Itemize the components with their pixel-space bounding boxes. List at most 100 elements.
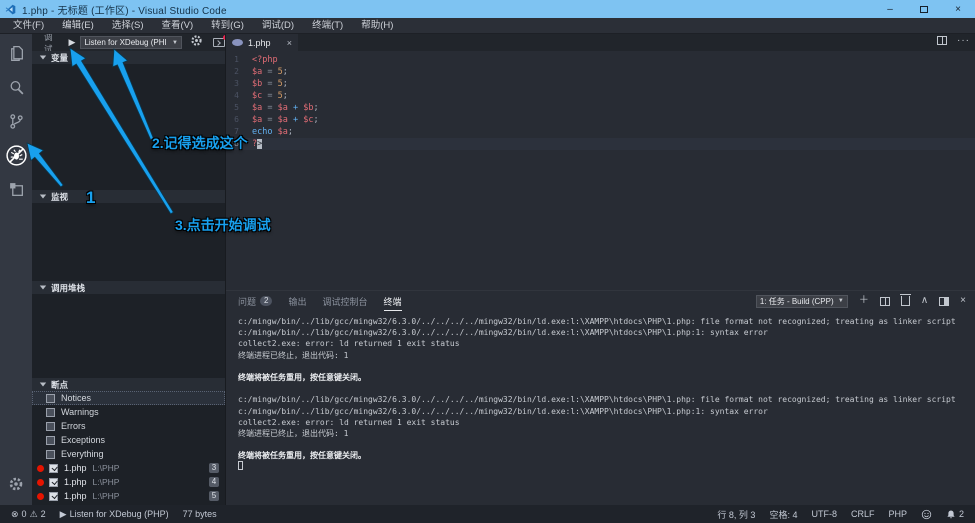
panel-tab[interactable]: 输出 xyxy=(288,291,306,311)
terminal-cursor xyxy=(238,461,243,470)
call-stack-body xyxy=(32,294,225,378)
breakpoint-filter-row[interactable]: Everything xyxy=(32,447,225,461)
checkbox-checked[interactable] xyxy=(49,464,58,473)
menu-item[interactable]: 终端(T) xyxy=(303,18,352,33)
breakpoint-filter-row[interactable]: Exceptions xyxy=(32,433,225,447)
configure-gear-icon[interactable] xyxy=(190,34,203,52)
menu-item[interactable]: 选择(S) xyxy=(103,18,153,33)
debug-target-status[interactable]: ▶ Listen for XDebug (PHP) xyxy=(53,509,176,519)
terminal-line xyxy=(238,461,970,472)
menu-item[interactable]: 文件(F) xyxy=(4,18,53,33)
settings-gear-icon[interactable] xyxy=(0,469,32,499)
breakpoint-filter-row[interactable]: Errors xyxy=(32,419,225,433)
menu-item[interactable]: 转到(G) xyxy=(202,18,253,33)
minimize-button[interactable]: – xyxy=(873,0,907,18)
editor-tab-bar: 1.php × ··· xyxy=(226,34,975,51)
code-line: 8 ?> xyxy=(226,138,975,150)
section-variables[interactable]: 变量 xyxy=(32,51,225,64)
maximize-button[interactable] xyxy=(907,0,941,18)
section-label: 断点 xyxy=(51,379,68,391)
tab-close-icon[interactable]: × xyxy=(287,38,292,48)
eol-status[interactable]: CRLF xyxy=(844,509,882,519)
error-icon: ⊗ xyxy=(11,510,19,519)
checkbox-checked[interactable] xyxy=(49,478,58,487)
close-button[interactable]: × xyxy=(941,0,975,18)
extensions-icon[interactable] xyxy=(0,174,32,204)
file-size-label: 77 bytes xyxy=(183,509,217,519)
breakpoint-line-badge: 5 xyxy=(209,491,219,501)
toggle-panel-icon[interactable] xyxy=(939,297,949,306)
checkbox-unchecked[interactable] xyxy=(46,394,55,403)
source-control-icon[interactable] xyxy=(0,106,32,136)
terminal-output[interactable]: c:/mingw/bin/../lib/gcc/mingw32/6.3.0/..… xyxy=(238,316,970,504)
panel-tab[interactable]: 终端 xyxy=(384,291,402,311)
breakpoint-file-row[interactable]: 1.php L:\PHP 5 xyxy=(32,489,225,503)
section-call-stack[interactable]: 调用堆栈 xyxy=(32,281,225,294)
new-terminal-icon[interactable]: ＋ xyxy=(859,296,869,306)
checkbox-unchecked[interactable] xyxy=(46,408,55,417)
start-debug-button[interactable]: ▶ xyxy=(69,38,76,47)
language-mode-status[interactable]: PHP xyxy=(881,509,914,519)
code-line: 1 <?php xyxy=(226,54,975,66)
menu-item[interactable]: 编辑(E) xyxy=(53,18,103,33)
status-bar: ⊗ 0 ⚠ 2 ▶ Listen for XDebug (PHP) 77 byt… xyxy=(0,505,975,523)
search-icon[interactable] xyxy=(0,72,32,102)
file-size-status: 77 bytes xyxy=(176,509,224,519)
menu-item[interactable]: 帮助(H) xyxy=(352,18,402,33)
code-text: $b = 5; xyxy=(252,78,288,90)
breakpoint-file-row[interactable]: 1.php L:\PHP 4 xyxy=(32,475,225,489)
checkbox-unchecked[interactable] xyxy=(46,422,55,431)
menu-item[interactable]: 查看(V) xyxy=(152,18,202,33)
explorer-icon[interactable] xyxy=(0,38,32,68)
notifications-bell[interactable]: 2 xyxy=(939,509,971,520)
editor-region: 1.php × ··· 1 <?php 2 $a = 5; 3 $b = 5; … xyxy=(225,34,975,505)
breakpoint-filter-row[interactable]: Warnings xyxy=(32,405,225,419)
section-breakpoints[interactable]: 断点 xyxy=(32,378,225,391)
menu-bar: 文件(F)编辑(E)选择(S)查看(V)转到(G)调试(D)终端(T)帮助(H) xyxy=(0,18,975,34)
error-count: 0 xyxy=(22,509,27,519)
warning-count: 2 xyxy=(41,509,46,519)
bottom-panel: 问题 2 输出 调试控制台 终端 1: 任务 - Build (CPP) ▼ ＋… xyxy=(226,290,975,505)
breakpoint-filter-row[interactable]: Notices xyxy=(32,391,225,405)
checkbox-unchecked[interactable] xyxy=(46,436,55,445)
kill-terminal-trash-icon[interactable] xyxy=(901,296,910,306)
split-terminal-icon[interactable] xyxy=(880,297,890,306)
checkbox-checked[interactable] xyxy=(49,492,58,501)
panel-tab[interactable]: 调试控制台 xyxy=(322,291,367,311)
problems-status[interactable]: ⊗ 0 ⚠ 2 xyxy=(4,509,53,519)
split-editor-icon[interactable] xyxy=(937,36,947,45)
close-panel-icon[interactable]: × xyxy=(960,296,966,306)
panel-tab[interactable]: 问题 2 xyxy=(238,291,272,311)
indentation-status[interactable]: 空格: 4 xyxy=(762,508,804,521)
checkbox-unchecked[interactable] xyxy=(46,450,55,459)
twistie-icon xyxy=(40,56,46,60)
annotation-step-1: 1 xyxy=(86,188,95,208)
chevron-down-icon: ▼ xyxy=(172,40,178,46)
tab-1php[interactable]: 1.php × xyxy=(226,34,298,51)
code-line: 5 $a = $a + $b; xyxy=(226,102,975,114)
panel-tab-badge: 2 xyxy=(260,296,272,306)
debug-console-icon[interactable] xyxy=(213,38,225,47)
code-line: 3 $b = 5; xyxy=(226,78,975,90)
code-text: $c = 5; xyxy=(252,90,288,102)
terminal-line: c:/mingw/bin/../lib/gcc/mingw32/6.3.0/..… xyxy=(238,394,970,405)
panel-tab-label: 调试控制台 xyxy=(322,295,367,308)
terminal-line xyxy=(238,361,970,372)
maximize-panel-chevron-icon[interactable]: ∧ xyxy=(921,296,928,306)
terminal-line xyxy=(238,439,970,450)
terminal-task-dropdown[interactable]: 1: 任务 - Build (CPP) ▼ xyxy=(756,295,848,308)
breakpoint-file-row[interactable]: 1.php L:\PHP 3 xyxy=(32,461,225,475)
encoding-status[interactable]: UTF-8 xyxy=(804,509,844,519)
breakpoint-file-name: 1.php xyxy=(64,491,87,501)
code-editor[interactable]: 1 <?php 2 $a = 5; 3 $b = 5; 4 $c = 5; 5 … xyxy=(226,51,975,290)
menu-item[interactable]: 调试(D) xyxy=(253,18,303,33)
title-bar: 1.php - 无标题 (工作区) - Visual Studio Code –… xyxy=(0,0,975,18)
cursor-position-status[interactable]: 行 8, 列 3 xyxy=(710,508,762,521)
section-watch[interactable]: 监视 xyxy=(32,190,225,203)
debug-config-dropdown[interactable]: Listen for XDebug (PHI ▼ xyxy=(80,36,182,49)
more-actions-icon[interactable]: ··· xyxy=(957,37,970,45)
maximize-icon xyxy=(920,6,928,13)
debug-icon[interactable] xyxy=(0,140,32,170)
feedback-smiley-icon[interactable] xyxy=(914,509,939,520)
terminal-line: 终端将被任务重用，按任意键关闭。 xyxy=(238,372,970,383)
